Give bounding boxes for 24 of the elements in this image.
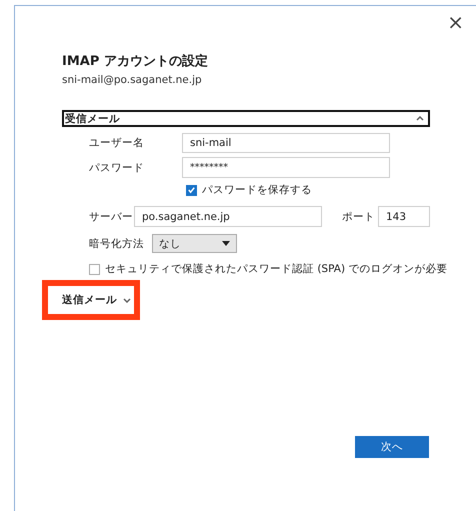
checkbox-label: パスワードを保存する: [202, 183, 312, 197]
email-address: sni-mail@po.saganet.ne.jp: [62, 73, 202, 87]
collapse-icon: [416, 116, 424, 121]
encryption-dropdown[interactable]: なし: [152, 234, 237, 253]
dialog-title: IMAP アカウントの設定: [62, 54, 208, 70]
field-label: サーバー: [89, 210, 134, 224]
field-label: ユーザー名: [89, 136, 145, 150]
close-button[interactable]: ×: [447, 12, 464, 32]
checkbox[interactable]: [89, 264, 100, 274]
dropdown-arrow-icon: [222, 241, 230, 246]
expand-icon: [123, 298, 131, 302]
checkbox[interactable]: [186, 184, 197, 196]
username-field[interactable]: sni-mail: [182, 133, 390, 153]
server-field[interactable]: po.saganet.ne.jp: [134, 206, 322, 227]
next-button[interactable]: 次へ: [355, 436, 429, 458]
port-field[interactable]: 143: [378, 206, 430, 227]
field-label: パスワード: [89, 160, 145, 174]
outgoing-mail-toggle[interactable]: 送信メール: [62, 293, 131, 307]
field-label: 暗号化方法: [89, 236, 145, 250]
field-label: ポート: [342, 210, 376, 224]
section-title: 受信メール: [65, 112, 120, 126]
checkbox-label: セキュリティで保護されたパスワード認証 (SPA) でのログオンが必要: [105, 262, 448, 276]
password-field[interactable]: ********: [182, 157, 390, 178]
incoming-mail-header[interactable]: 受信メール: [62, 110, 430, 127]
